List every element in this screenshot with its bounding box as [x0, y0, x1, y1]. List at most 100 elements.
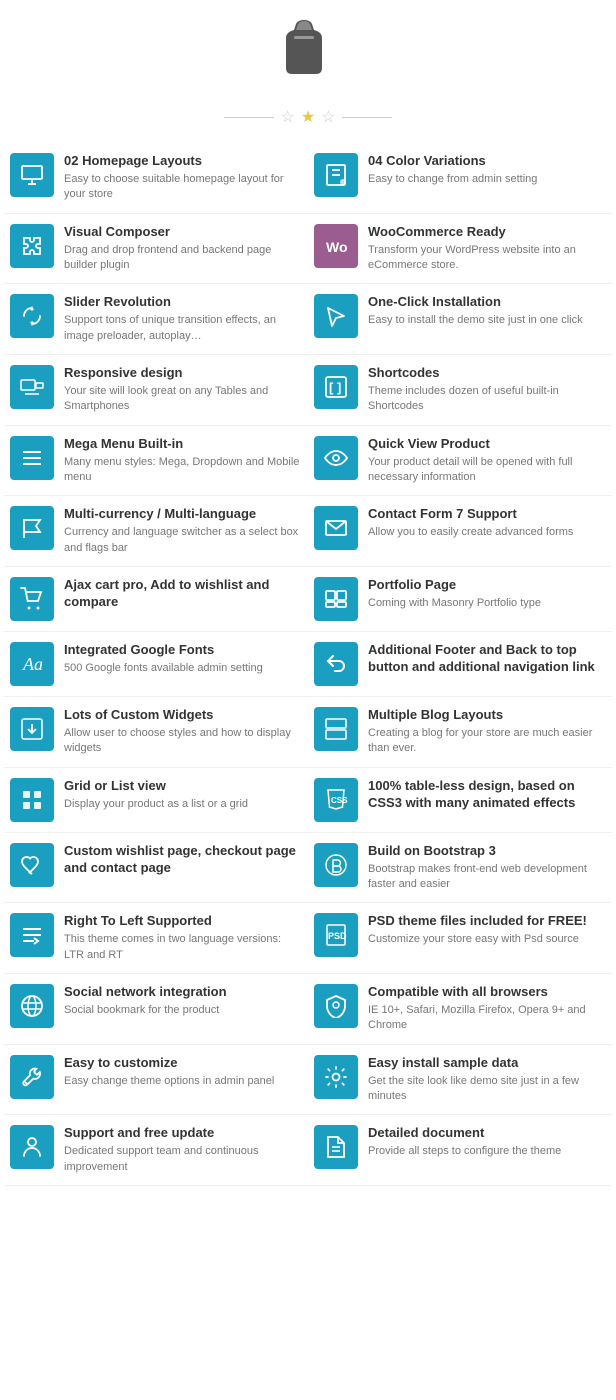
feature-text-responsive: Responsive design Your site will look gr… — [64, 365, 300, 415]
feature-item-psd: PSD PSD theme files included for FREE! C… — [308, 903, 612, 974]
feature-desc-document: Provide all steps to configure the theme — [368, 1144, 604, 1159]
feature-desc-social: Social bookmark for the product — [64, 1003, 300, 1018]
feature-desc-color-variations: Easy to change from admin setting — [368, 172, 604, 187]
feature-text-social: Social network integration Social bookma… — [64, 984, 300, 1018]
feature-item-homepage-layouts: 02 Homepage Layouts Easy to choose suita… — [4, 143, 308, 214]
feature-item-color-variations: 04 Color Variations Easy to change from … — [308, 143, 612, 214]
feature-desc-custom-widgets: Allow user to choose styles and how to d… — [64, 726, 300, 757]
feature-title-one-click: One-Click Installation — [368, 294, 604, 311]
feature-desc-portfolio: Coming with Masonry Portfolio type — [368, 596, 604, 611]
feature-item-support: Support and free update Dedicated suppor… — [4, 1115, 308, 1186]
feature-desc-rtl: This theme comes in two language version… — [64, 932, 300, 963]
shield-icon — [314, 984, 358, 1028]
feature-title-blog-layouts: Multiple Blog Layouts — [368, 707, 604, 724]
feature-item-portfolio: Portfolio Page Coming with Masonry Portf… — [308, 567, 612, 632]
feature-item-browsers: Compatible with all browsers IE 10+, Saf… — [308, 974, 612, 1045]
feature-desc-grid-list: Display your product as a list or a grid — [64, 797, 300, 812]
feature-item-contact-form: Contact Form 7 Support Allow you to easi… — [308, 496, 612, 567]
blog-icon — [314, 707, 358, 751]
feature-title-bootstrap: Build on Bootstrap 3 — [368, 843, 604, 860]
feature-title-custom-widgets: Lots of Custom Widgets — [64, 707, 300, 724]
feature-text-wishlist: Custom wishlist page, checkout page and … — [64, 843, 300, 879]
cart-icon — [10, 577, 54, 621]
star-2-icon: ★ — [301, 107, 315, 127]
feature-title-woocommerce: WooCommerce Ready — [368, 224, 604, 241]
envelope-icon — [314, 506, 358, 550]
feature-item-multicurrency: Multi-currency / Multi-language Currency… — [4, 496, 308, 567]
feature-text-slider-revolution: Slider Revolution Support tons of unique… — [64, 294, 300, 344]
feature-title-mega-menu: Mega Menu Built-in — [64, 436, 300, 453]
feature-title-google-fonts: Integrated Google Fonts — [64, 642, 300, 659]
feature-item-rtl: Right To Left Supported This theme comes… — [4, 903, 308, 974]
feature-title-grid-list: Grid or List view — [64, 778, 300, 795]
feature-item-sample-data: Easy install sample data Get the site lo… — [308, 1045, 612, 1116]
feature-title-contact-form: Contact Form 7 Support — [368, 506, 604, 523]
globe-icon — [10, 984, 54, 1028]
feature-text-customize: Easy to customize Easy change theme opti… — [64, 1055, 300, 1089]
woo-icon: Woo — [314, 224, 358, 268]
svg-text:CSS3: CSS3 — [331, 796, 348, 805]
feature-desc-bootstrap: Bootstrap makes front-end web developmen… — [368, 862, 604, 893]
feature-text-woocommerce: WooCommerce Ready Transform your WordPre… — [368, 224, 604, 274]
cursor-icon — [314, 294, 358, 338]
feature-item-custom-widgets: Lots of Custom Widgets Allow user to cho… — [4, 697, 308, 768]
feature-title-css3: 100% table-less design, based on CSS3 wi… — [368, 778, 604, 812]
feature-item-shortcodes: [ ] Shortcodes Theme includes dozen of u… — [308, 355, 612, 426]
feature-item-grid-list: Grid or List view Display your product a… — [4, 768, 308, 833]
feature-item-customize: Easy to customize Easy change theme opti… — [4, 1045, 308, 1116]
feature-title-wishlist: Custom wishlist page, checkout page and … — [64, 843, 300, 877]
feature-item-visual-composer: Visual Composer Drag and drop frontend a… — [4, 214, 308, 285]
gear-icon — [314, 1055, 358, 1099]
feature-title-browsers: Compatible with all browsers — [368, 984, 604, 1001]
divider-right — [342, 117, 392, 118]
feature-text-document: Detailed document Provide all steps to c… — [368, 1125, 604, 1159]
person-icon — [10, 1125, 54, 1169]
feature-item-css3: CSS3 100% table-less design, based on CS… — [308, 768, 612, 833]
feature-item-woocommerce: Woo WooCommerce Ready Transform your Wor… — [308, 214, 612, 285]
monitor-icon — [10, 153, 54, 197]
wrench-icon — [10, 1055, 54, 1099]
feature-text-ajax-cart: Ajax cart pro, Add to wishlist and compa… — [64, 577, 300, 613]
feature-text-homepage-layouts: 02 Homepage Layouts Easy to choose suita… — [64, 153, 300, 203]
feature-title-rtl: Right To Left Supported — [64, 913, 300, 930]
svg-text:PSD: PSD — [328, 931, 347, 941]
header — [0, 0, 616, 95]
feature-text-custom-widgets: Lots of Custom Widgets Allow user to cho… — [64, 707, 300, 757]
feature-desc-visual-composer: Drag and drop frontend and backend page … — [64, 243, 300, 274]
feature-text-contact-form: Contact Form 7 Support Allow you to easi… — [368, 506, 604, 540]
feature-title-homepage-layouts: 02 Homepage Layouts — [64, 153, 300, 170]
arrow-back-icon — [314, 642, 358, 686]
feature-item-footer: Additional Footer and Back to top button… — [308, 632, 612, 697]
menu-icon — [10, 436, 54, 480]
feature-title-support: Support and free update — [64, 1125, 300, 1142]
feature-title-shortcodes: Shortcodes — [368, 365, 604, 382]
feature-title-ajax-cart: Ajax cart pro, Add to wishlist and compa… — [64, 577, 300, 611]
feature-desc-multicurrency: Currency and language switcher as a sele… — [64, 525, 300, 556]
desktop-icon — [10, 365, 54, 409]
feature-desc-sample-data: Get the site look like demo site just in… — [368, 1074, 604, 1105]
feature-item-one-click: One-Click Installation Easy to install t… — [308, 284, 612, 355]
feature-desc-google-fonts: 500 Google fonts available admin setting — [64, 661, 300, 676]
star-3-icon: ☆ — [321, 107, 335, 127]
feature-item-slider-revolution: Slider Revolution Support tons of unique… — [4, 284, 308, 355]
svg-text:Woo: Woo — [326, 239, 348, 255]
puzzle-icon — [10, 224, 54, 268]
feature-text-css3: 100% table-less design, based on CSS3 wi… — [368, 778, 604, 814]
feature-item-social: Social network integration Social bookma… — [4, 974, 308, 1045]
logo-bag-icon — [276, 18, 332, 80]
feature-desc-customize: Easy change theme options in admin panel — [64, 1074, 300, 1089]
feature-title-document: Detailed document — [368, 1125, 604, 1142]
feature-text-support: Support and free update Dedicated suppor… — [64, 1125, 300, 1175]
feature-text-bootstrap: Build on Bootstrap 3 Bootstrap makes fro… — [368, 843, 604, 893]
refresh-icon — [10, 294, 54, 338]
paint-icon — [314, 153, 358, 197]
star-1-icon: ☆ — [280, 107, 294, 127]
svg-text:Aa: Aa — [22, 654, 43, 674]
svg-text:[ ]: [ ] — [329, 380, 341, 395]
feature-title-slider-revolution: Slider Revolution — [64, 294, 300, 311]
feature-desc-mega-menu: Many menu styles: Mega, Dropdown and Mob… — [64, 455, 300, 486]
feature-text-browsers: Compatible with all browsers IE 10+, Saf… — [368, 984, 604, 1034]
feature-text-color-variations: 04 Color Variations Easy to change from … — [368, 153, 604, 187]
feature-text-rtl: Right To Left Supported This theme comes… — [64, 913, 300, 963]
feature-title-quick-view: Quick View Product — [368, 436, 604, 453]
